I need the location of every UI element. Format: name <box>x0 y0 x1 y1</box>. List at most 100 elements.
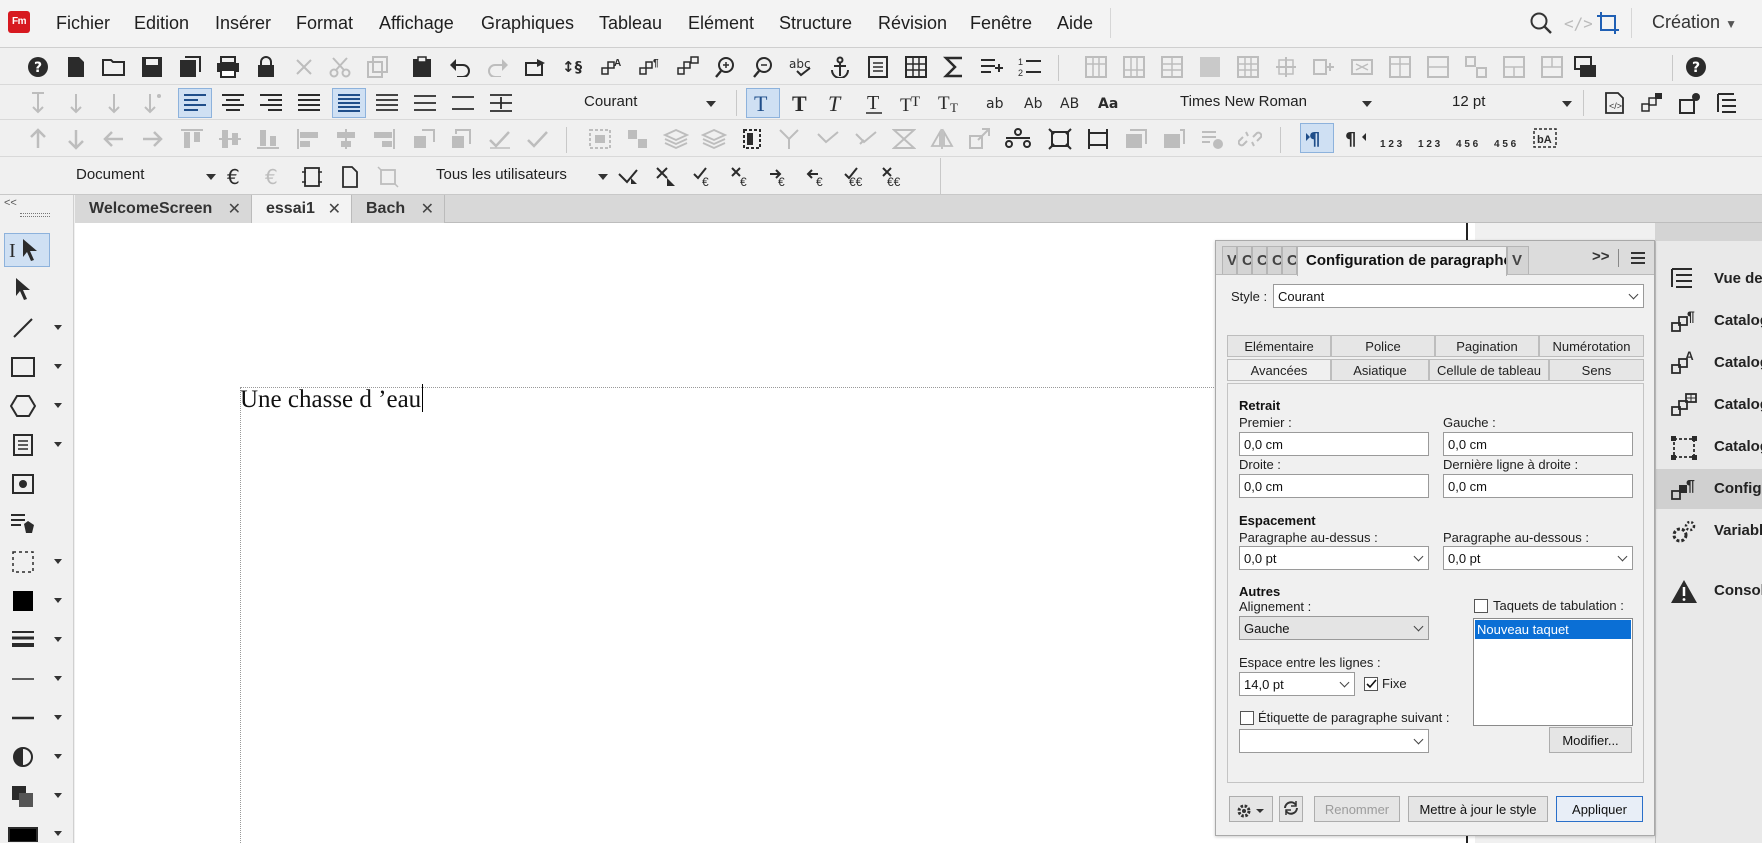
arrow-left-icon[interactable] <box>100 124 128 154</box>
subtab-pagination[interactable]: Pagination <box>1435 335 1539 357</box>
frame-view-icon[interactable] <box>1595 10 1621 36</box>
find-change-icon[interactable]: ↕§ <box>560 52 588 82</box>
tint-dropdown-icon[interactable] <box>54 754 62 759</box>
dash-pattern-icon[interactable] <box>4 701 42 735</box>
graphic-frame-tool-icon[interactable] <box>4 467 42 501</box>
interligne-dropdown[interactable]: 14,0 pt <box>1239 672 1355 696</box>
flip-horizontal-icon[interactable] <box>928 124 956 154</box>
table-convert-icon[interactable] <box>1538 52 1566 82</box>
character-catalog-icon[interactable]: A <box>598 52 626 82</box>
text-frame[interactable] <box>240 387 1240 843</box>
text-plain-icon[interactable]: T <box>746 88 780 118</box>
accept-currency-icon[interactable]: € <box>690 162 718 192</box>
align-obj-middle-icon[interactable] <box>216 124 244 154</box>
accept-all-icon[interactable]: €€ <box>842 162 870 192</box>
align-obj-center-icon[interactable] <box>332 124 360 154</box>
digit-direction-1-icon[interactable]: 1 2 3 <box>1376 123 1410 153</box>
track-frame-icon[interactable] <box>374 162 402 192</box>
align-center-icon[interactable] <box>216 88 250 118</box>
html-export-icon[interactable]: </> <box>1602 88 1630 118</box>
menu-affichage[interactable]: Affichage <box>379 13 454 34</box>
gear-menu-button[interactable] <box>1229 796 1273 822</box>
spacing-single-icon[interactable] <box>332 88 366 118</box>
line-tool-icon[interactable] <box>4 311 42 345</box>
table-align-icon[interactable] <box>1462 52 1490 82</box>
reject-change-icon[interactable] <box>652 162 680 192</box>
align-obj-bottom-icon[interactable] <box>254 124 282 154</box>
fill-color-icon[interactable] <box>4 584 42 618</box>
align-baseline-icon[interactable] <box>138 88 166 118</box>
table-merge-icon[interactable] <box>1424 52 1452 82</box>
close-icon[interactable]: ✕ <box>228 199 241 219</box>
table-add-icon[interactable] <box>1272 52 1300 82</box>
menu-fichier[interactable]: Fichier <box>56 13 110 34</box>
prev-change-icon[interactable]: € <box>804 162 832 192</box>
menu-revision[interactable]: Révision <box>878 13 947 34</box>
refresh-button[interactable] <box>1279 796 1303 822</box>
check-all-icon[interactable] <box>524 124 552 154</box>
line-width-icon[interactable] <box>4 623 42 657</box>
spacing-double-icon[interactable] <box>408 88 442 118</box>
arrow-right-icon[interactable] <box>138 124 166 154</box>
digit-direction-3-icon[interactable]: 4 5 6 <box>1452 123 1486 153</box>
tab-stops-list[interactable]: Nouveau taquet <box>1473 618 1633 726</box>
menu-fenetre[interactable]: Fenêtre <box>970 13 1032 34</box>
panel-grip[interactable] <box>20 213 50 217</box>
table-insert-row-above-icon[interactable] <box>1082 52 1110 82</box>
save-all-icon[interactable] <box>176 52 204 82</box>
text-superscript-icon[interactable]: TT <box>896 88 930 118</box>
font-family-dropdown[interactable]: Times New Roman <box>1180 93 1374 117</box>
menu-inserer[interactable]: Insérer <box>215 13 271 34</box>
smallcaps-icon[interactable]: Aa <box>1094 88 1128 118</box>
list-item[interactable]: Nouveau taquet <box>1475 620 1631 639</box>
paragraph-catalog-icon[interactable]: ¶ <box>636 52 664 82</box>
tab-collapsed[interactable]: C <box>1237 246 1252 274</box>
pod-variables[interactable]: Variabl <box>1656 511 1762 551</box>
tab-essai1[interactable]: essai1 ✕ <box>252 195 352 223</box>
gauche-input[interactable]: 0,0 cm <box>1443 432 1633 456</box>
spacing-triple-icon[interactable] <box>446 88 480 118</box>
object-select-tool-icon[interactable] <box>4 272 42 306</box>
subtab-sens[interactable]: Sens <box>1549 359 1644 381</box>
au-dessus-dropdown[interactable]: 0,0 pt <box>1239 546 1429 570</box>
rotate-icon[interactable] <box>448 124 476 154</box>
align-obj-right-icon[interactable] <box>370 124 398 154</box>
table-catalog-icon[interactable] <box>674 52 702 82</box>
table-split-row-icon[interactable] <box>1500 52 1528 82</box>
insert-table-icon[interactable] <box>902 52 930 82</box>
accept-change-icon[interactable] <box>614 162 642 192</box>
graphics-properties-icon[interactable] <box>1004 124 1032 154</box>
table-grid-icon[interactable] <box>1234 52 1262 82</box>
align-right-icon[interactable] <box>254 88 288 118</box>
rename-button[interactable]: Renommer <box>1314 796 1400 822</box>
zoom-out-icon[interactable] <box>750 52 778 82</box>
search-icon[interactable] <box>1528 10 1554 36</box>
track-currency-icon[interactable]: € <box>222 162 250 192</box>
collapse-panel-icon[interactable]: << <box>4 197 17 209</box>
spelling-icon[interactable]: abc <box>788 52 816 82</box>
frame-below-icon[interactable] <box>1160 124 1188 154</box>
more-tabs-button[interactable]: >> <box>1592 248 1610 265</box>
pod-paragraph-designer[interactable]: ¶ Configu <box>1656 469 1762 509</box>
menu-graphiques[interactable]: Graphiques <box>481 13 574 34</box>
track-page-icon[interactable] <box>298 162 326 192</box>
text-frame-tool-icon[interactable] <box>4 428 42 462</box>
new-document-icon[interactable] <box>62 52 90 82</box>
rectangle-tool-icon[interactable] <box>4 350 42 384</box>
pod-table-catalog[interactable]: Catalog <box>1656 385 1762 425</box>
tab-paragraph-designer[interactable]: Configuration de paragraphes <box>1297 246 1507 276</box>
object-catalog-icon[interactable] <box>1638 88 1666 118</box>
distribute-icon[interactable] <box>890 124 918 154</box>
text-bold-icon[interactable]: T <box>784 88 818 118</box>
lock-icon[interactable] <box>252 52 280 82</box>
fill-color-dropdown-icon[interactable] <box>54 598 62 603</box>
menu-aide[interactable]: Aide <box>1057 13 1093 34</box>
anchor-icon[interactable] <box>826 52 854 82</box>
numbered-list-icon[interactable]: 12 <box>1016 52 1044 82</box>
unlink-icon[interactable] <box>1236 124 1264 154</box>
workspace-switcher[interactable]: Création ▼ <box>1652 12 1737 33</box>
subtab-elementaire[interactable]: Elémentaire <box>1227 335 1331 357</box>
align-obj-left-icon[interactable] <box>294 124 322 154</box>
frame-resize-icon[interactable] <box>738 124 766 154</box>
print-icon[interactable] <box>214 52 242 82</box>
